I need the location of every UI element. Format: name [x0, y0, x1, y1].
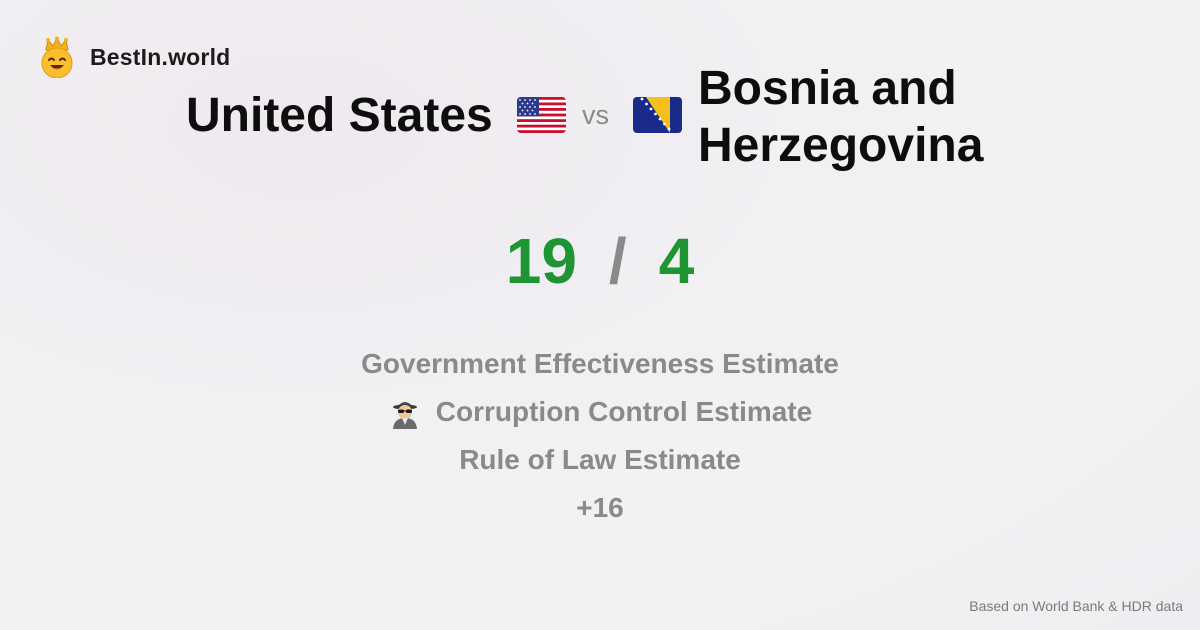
score: 19 / 4 [0, 224, 1200, 298]
left-country-name: United States [186, 89, 493, 142]
crowned-smiley-icon [41, 36, 73, 78]
metric-label: Government Effectiveness Estimate [361, 348, 839, 379]
right-country-name: Bosnia and Herzegovina [698, 62, 984, 172]
spy-icon [392, 402, 417, 429]
vs-label: vs [582, 100, 609, 130]
metric-label: Rule of Law Estimate [459, 444, 741, 475]
metric-label: Corruption Control Estimate [435, 396, 813, 427]
score-separator: / [608, 225, 627, 297]
metric-item: Government Effectiveness Estimate [0, 340, 1200, 388]
left-score: 19 [505, 225, 577, 297]
brand-name: BestIn.world [90, 43, 231, 70]
bosnia-flag-icon [633, 97, 682, 133]
source-footnote: Based on World Bank & HDR data [969, 598, 1183, 614]
metric-item: Corruption Control Estimate [0, 388, 1200, 436]
metric-item: +16 [0, 484, 1200, 532]
right-score: 4 [658, 225, 695, 297]
metric-item: Rule of Law Estimate [0, 436, 1200, 484]
metrics-list: Government Effectiveness Estimate Corrup… [0, 340, 1200, 532]
brand[interactable]: BestIn.world [38, 36, 230, 78]
metric-label: +16 [576, 492, 624, 523]
us-flag-icon [517, 97, 566, 133]
